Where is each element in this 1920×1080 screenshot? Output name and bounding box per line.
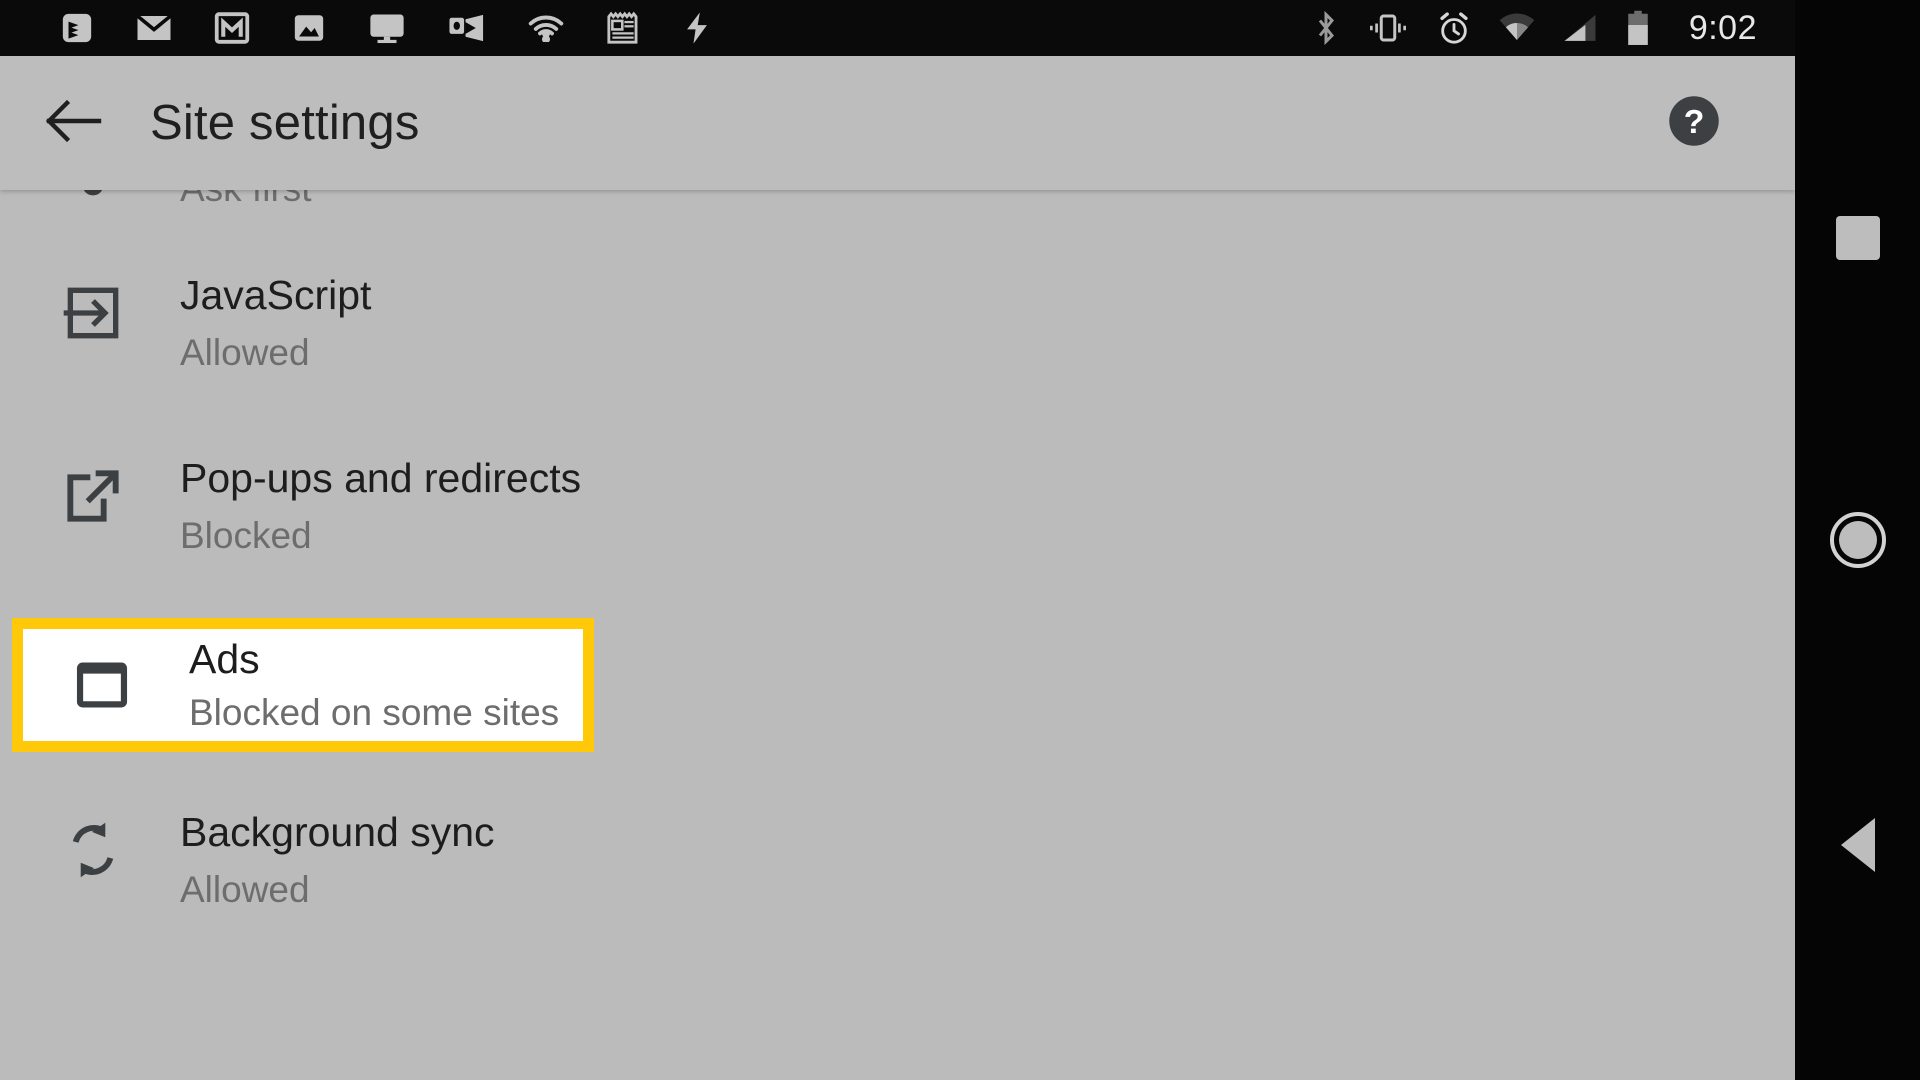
wifi-notification-icon — [528, 14, 564, 42]
list-item-title: Pop-ups and redirects — [180, 455, 582, 501]
status-bar-clock: 9:02 — [1688, 8, 1757, 47]
list-item-text: Background sync Allowed — [180, 809, 495, 910]
list-item-title: Ads — [189, 636, 260, 682]
help-button[interactable]: ? — [1665, 94, 1723, 152]
sync-icon — [38, 812, 148, 882]
chrome-site-settings-page: Site settings ? JavaScript Allowed Pop-u… — [0, 56, 1795, 1080]
list-item-subtitle: Allowed — [180, 332, 310, 373]
svg-text:?: ? — [1684, 103, 1705, 141]
list-item-popups-and-redirects[interactable]: Pop-ups and redirects Blocked — [0, 458, 1795, 554]
photos-icon — [292, 11, 326, 45]
page-title: Site settings — [150, 96, 420, 150]
list-item-subtitle: Allowed — [180, 869, 310, 910]
nav-recents-button[interactable] — [1795, 205, 1920, 271]
list-item-text: JavaScript Allowed — [180, 272, 372, 373]
back-button[interactable] — [38, 88, 108, 158]
gmail-icon — [214, 12, 250, 44]
nav-back-button[interactable] — [1795, 805, 1920, 885]
javascript-icon — [38, 275, 148, 345]
battery-icon — [1625, 10, 1651, 46]
list-item-text: Pop-ups and redirects Blocked — [180, 455, 582, 556]
list-item-javascript[interactable]: JavaScript Allowed — [0, 275, 1795, 371]
cellular-signal-icon — [1563, 13, 1597, 43]
list-item-text: Ads Blocked on some sites — [189, 636, 560, 733]
status-bar: 9:02 — [0, 0, 1795, 56]
android-navigation-bar — [1795, 0, 1920, 1080]
alarm-icon — [1437, 11, 1471, 45]
site-settings-list: Ask first JavaScript Allowed — [0, 170, 1795, 1080]
news-icon — [606, 11, 640, 45]
outlook-icon — [448, 13, 486, 43]
ads-window-icon — [47, 654, 157, 716]
help-circle-icon: ? — [1667, 94, 1721, 153]
email-icon — [136, 13, 172, 43]
wifi-icon — [1499, 13, 1535, 43]
list-item-subtitle: Blocked on some sites — [189, 692, 560, 733]
list-item-title: JavaScript — [180, 272, 372, 318]
nav-home-button[interactable] — [1795, 500, 1920, 580]
phone-screen: 9:02 Site settings ? JavaScript Allowed … — [0, 0, 1920, 1080]
list-item-subtitle: Blocked — [180, 515, 312, 556]
list-item-title: Background sync — [180, 809, 495, 855]
todoist-icon — [60, 11, 94, 45]
circle-icon — [1829, 512, 1886, 568]
list-item-ads[interactable]: Ads Blocked on some sites — [12, 618, 594, 752]
list-item-background-sync[interactable]: Background sync Allowed — [0, 812, 1795, 908]
lightning-icon — [682, 11, 712, 45]
app-toolbar: Site settings ? — [0, 56, 1795, 190]
vibrate-icon — [1367, 12, 1409, 44]
square-icon — [1835, 216, 1880, 260]
arrow-left-icon — [43, 97, 103, 150]
cast-icon — [368, 12, 406, 44]
bluetooth-icon — [1313, 10, 1339, 46]
open-in-new-icon — [38, 458, 148, 528]
triangle-left-icon — [1840, 818, 1875, 872]
status-bar-notification-icons — [60, 11, 712, 45]
status-bar-system-icons: 9:02 — [1313, 9, 1757, 48]
